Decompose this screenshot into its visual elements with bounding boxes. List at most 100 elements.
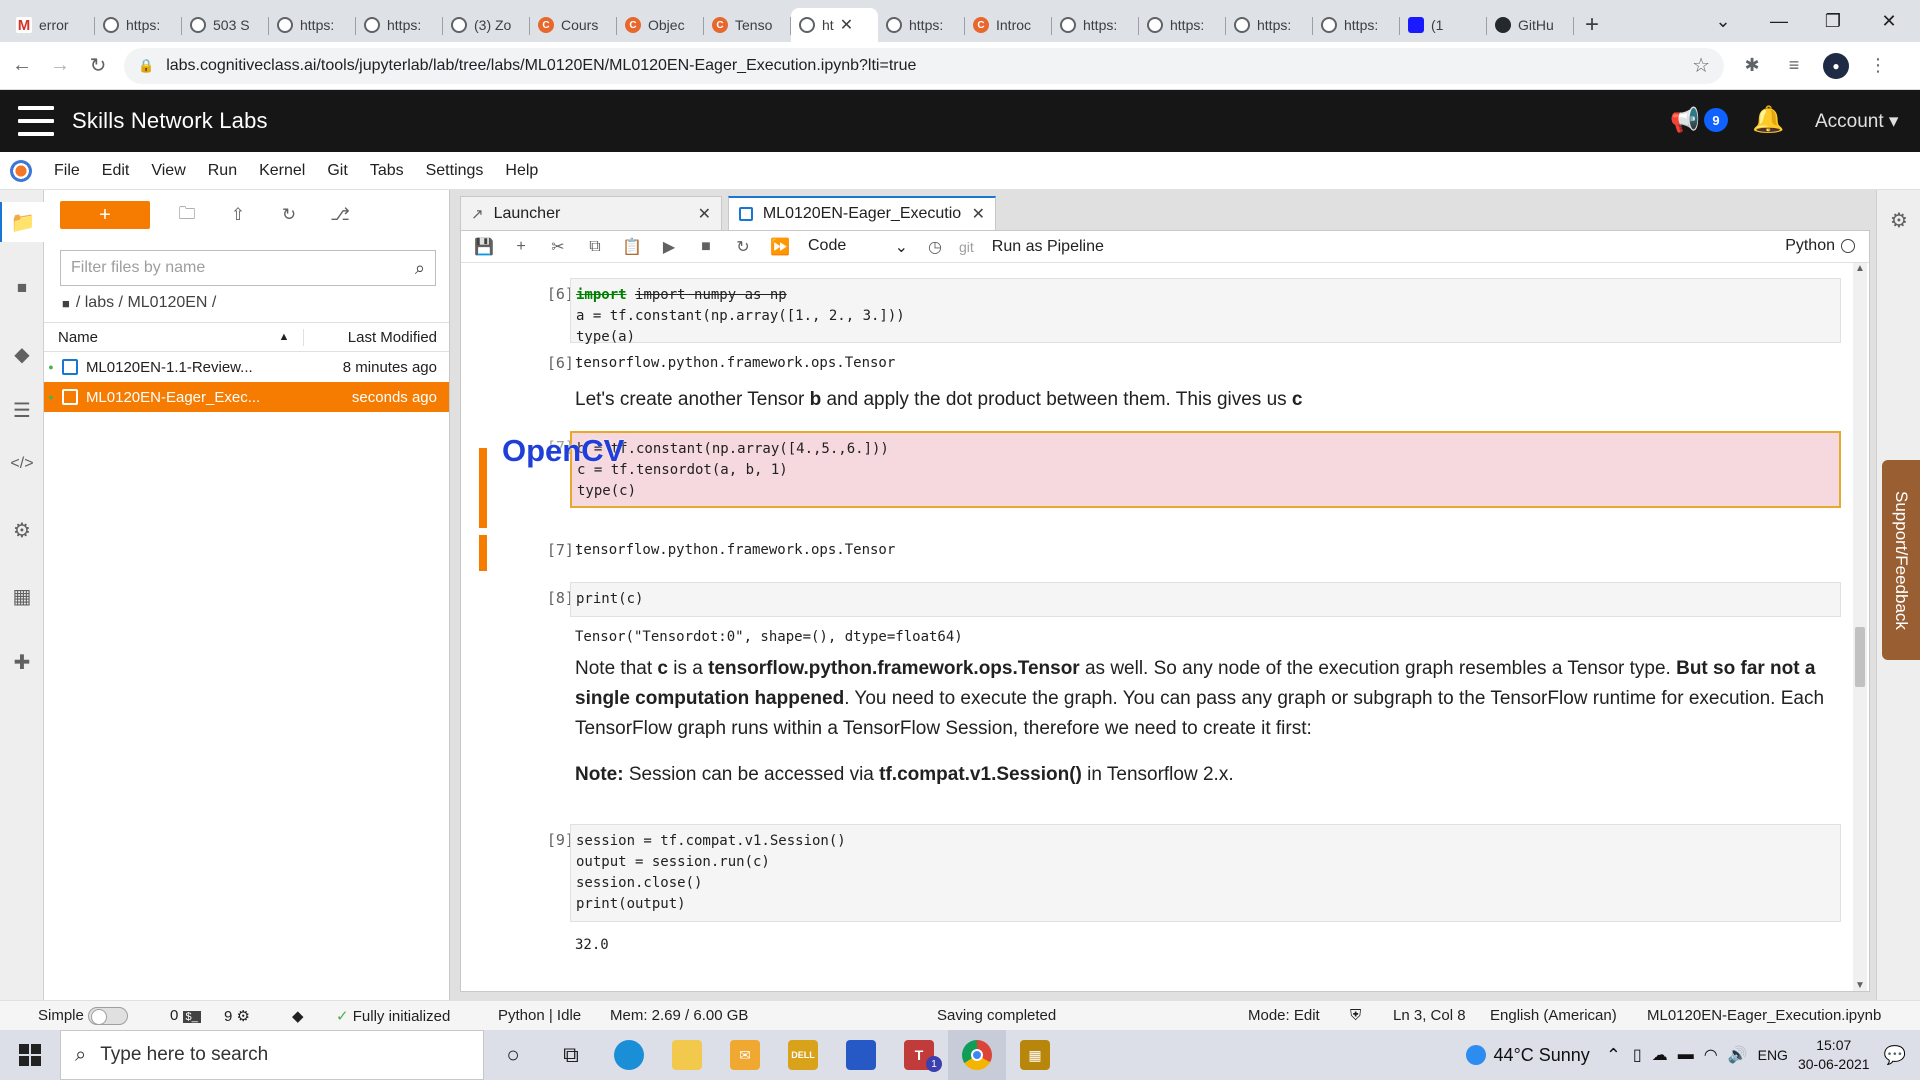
tab-notebook[interactable]: ML0120EN-Eager_Executio ✕: [728, 196, 996, 230]
tab-search-icon[interactable]: ⌄: [1700, 0, 1746, 42]
url-field[interactable]: 🔒 labs.cognitiveclass.ai/tools/jupyterla…: [124, 47, 1724, 84]
menu-run[interactable]: Run: [208, 162, 237, 180]
stop-icon[interactable]: ■: [693, 234, 719, 260]
notebook-scrollbar[interactable]: ▲ ▼: [1853, 263, 1867, 991]
menu-settings[interactable]: Settings: [426, 162, 484, 180]
minimize-icon[interactable]: —: [1756, 0, 1802, 42]
volume-icon[interactable]: 🔊: [1728, 1045, 1748, 1065]
lsp-status[interactable]: ✓ Fully initialized: [336, 1007, 450, 1025]
scroll-down-icon[interactable]: ▼: [1855, 980, 1865, 991]
new-launcher-button[interactable]: +: [60, 201, 150, 229]
mail-icon[interactable]: ✉: [716, 1030, 774, 1080]
windows-start-button[interactable]: [0, 1030, 60, 1080]
browser-tab[interactable]: C Cours: [530, 8, 617, 42]
refresh-icon[interactable]: ↻: [275, 201, 303, 229]
close-window-icon[interactable]: ✕: [1866, 0, 1912, 42]
tray-device-icon[interactable]: ▯: [1633, 1045, 1642, 1065]
terminal-count[interactable]: 0 $_: [170, 1007, 201, 1024]
cut-icon[interactable]: ✂: [545, 234, 571, 260]
cell-type-select[interactable]: Code ⌄: [808, 237, 908, 257]
folder-icon[interactable]: 📁: [0, 202, 44, 242]
hamburger-menu-icon[interactable]: [18, 106, 54, 136]
markdown-cell-note[interactable]: Note that c is a tensorflow.python.frame…: [575, 654, 1825, 744]
toggle-switch[interactable]: [88, 1007, 129, 1026]
browser-tab[interactable]: https:: [95, 8, 182, 42]
input-language[interactable]: ENG: [1758, 1047, 1788, 1063]
bookmark-star-icon[interactable]: ☆: [1692, 53, 1710, 78]
support-feedback-button[interactable]: Support/Feedback: [1882, 460, 1920, 660]
browser-tab[interactable]: https:: [1139, 8, 1226, 42]
insert-cell-icon[interactable]: +: [508, 234, 534, 260]
run-as-pipeline-button[interactable]: Run as Pipeline: [992, 238, 1104, 256]
elyra-catalog-icon[interactable]: ▦: [0, 576, 44, 616]
task-view-icon[interactable]: ⧉: [542, 1030, 600, 1080]
browser-tab[interactable]: 503 S: [182, 8, 269, 42]
git-diff-button[interactable]: git: [959, 239, 974, 255]
forward-icon[interactable]: →: [44, 50, 76, 82]
action-center-icon[interactable]: 💬: [1884, 1045, 1906, 1066]
browser-tab[interactable]: C Introc: [965, 8, 1052, 42]
calculator-icon[interactable]: ▦: [1006, 1030, 1064, 1080]
chrome-menu-icon[interactable]: ⋮: [1864, 52, 1892, 80]
breadcrumb-path[interactable]: / labs / ML0120EN /: [76, 294, 217, 312]
git-icon[interactable]: ◆: [0, 334, 44, 374]
extension-manager-puzzle-icon[interactable]: ✚: [0, 642, 44, 682]
scrollbar-thumb[interactable]: [1855, 627, 1865, 687]
taskbar-search-box[interactable]: ⌕ Type here to search: [60, 1030, 484, 1080]
chrome-taskbar-icon[interactable]: [948, 1030, 1006, 1080]
dell-icon[interactable]: DELL: [774, 1030, 832, 1080]
menu-tabs[interactable]: Tabs: [370, 162, 404, 180]
column-name-header[interactable]: Name ▲: [44, 329, 303, 346]
browser-tab[interactable]: (3) Zo: [443, 8, 530, 42]
reload-icon[interactable]: ↻: [82, 50, 114, 82]
simple-mode-toggle[interactable]: Simple: [38, 1007, 129, 1026]
save-icon[interactable]: 💾: [471, 234, 497, 260]
property-inspector-icon[interactable]: ⚙: [0, 510, 44, 550]
code-cell-7[interactable]: b = tf.constant(np.array([4.,5.,6.])) c …: [570, 431, 1841, 508]
filter-files-input[interactable]: Filter files by name ⌕: [60, 250, 436, 286]
wifi-icon[interactable]: ◠: [1704, 1045, 1718, 1065]
extensions-icon[interactable]: ✱: [1738, 52, 1766, 80]
markdown-cell-session-note[interactable]: Note: Session can be accessed via tf.com…: [575, 760, 1234, 790]
git-status-icon[interactable]: ◆: [292, 1007, 304, 1025]
profile-avatar[interactable]: ●: [1822, 52, 1850, 80]
run-icon[interactable]: ▶: [656, 234, 682, 260]
weather-widget[interactable]: 44°C Sunny: [1465, 1045, 1590, 1066]
office-icon[interactable]: [832, 1030, 890, 1080]
close-tab-icon[interactable]: ✕: [972, 204, 985, 224]
column-modified-header[interactable]: Last Modified: [303, 328, 449, 346]
menu-file[interactable]: File: [54, 162, 80, 180]
spell-language[interactable]: English (American): [1490, 1007, 1617, 1024]
browser-tab[interactable]: https:: [1226, 8, 1313, 42]
close-tab-icon[interactable]: ✕: [840, 15, 853, 35]
new-folder-icon[interactable]: 🗀: [173, 201, 201, 229]
menu-kernel[interactable]: Kernel: [259, 162, 305, 180]
property-settings-icon[interactable]: ⚙: [1877, 208, 1920, 233]
output-collapser[interactable]: [479, 535, 487, 571]
new-tab-button[interactable]: +: [1574, 8, 1610, 42]
restart-icon[interactable]: ↻: [730, 234, 756, 260]
browser-tab[interactable]: https:: [1052, 8, 1139, 42]
tray-chevron-icon[interactable]: ⌃: [1606, 1045, 1621, 1066]
code-cell-9[interactable]: session = tf.compat.v1.Session() output …: [570, 824, 1841, 922]
kernel-indicator[interactable]: Python: [1785, 237, 1855, 255]
clock[interactable]: 15:07 30-06-2021: [1798, 1036, 1870, 1074]
battery-icon[interactable]: ▬: [1678, 1046, 1694, 1064]
back-icon[interactable]: ←: [6, 50, 38, 82]
code-cell-8[interactable]: print(c): [570, 582, 1841, 617]
browser-tab[interactable]: https:: [356, 8, 443, 42]
code-cell-6[interactable]: import import numpy as np a = tf.constan…: [570, 278, 1841, 345]
browser-tab[interactable]: https:: [878, 8, 965, 42]
account-menu[interactable]: Account ▾: [1815, 110, 1898, 133]
fast-forward-icon[interactable]: ⏩: [767, 234, 793, 260]
browser-tab[interactable]: GitHu: [1487, 8, 1574, 42]
browser-tab[interactable]: C Objec: [617, 8, 704, 42]
clock-icon[interactable]: ◷: [922, 234, 948, 260]
cortana-icon[interactable]: ○: [484, 1030, 542, 1080]
paste-icon[interactable]: 📋: [619, 234, 645, 260]
copy-icon[interactable]: ⧉: [582, 234, 608, 260]
onedrive-cloud-icon[interactable]: ☁: [1652, 1045, 1668, 1065]
markdown-cell-intro[interactable]: Let's create another Tensor b and apply …: [575, 385, 1303, 415]
spellcheck-icon[interactable]: ⛨: [1350, 1007, 1361, 1024]
edge-icon[interactable]: [600, 1030, 658, 1080]
